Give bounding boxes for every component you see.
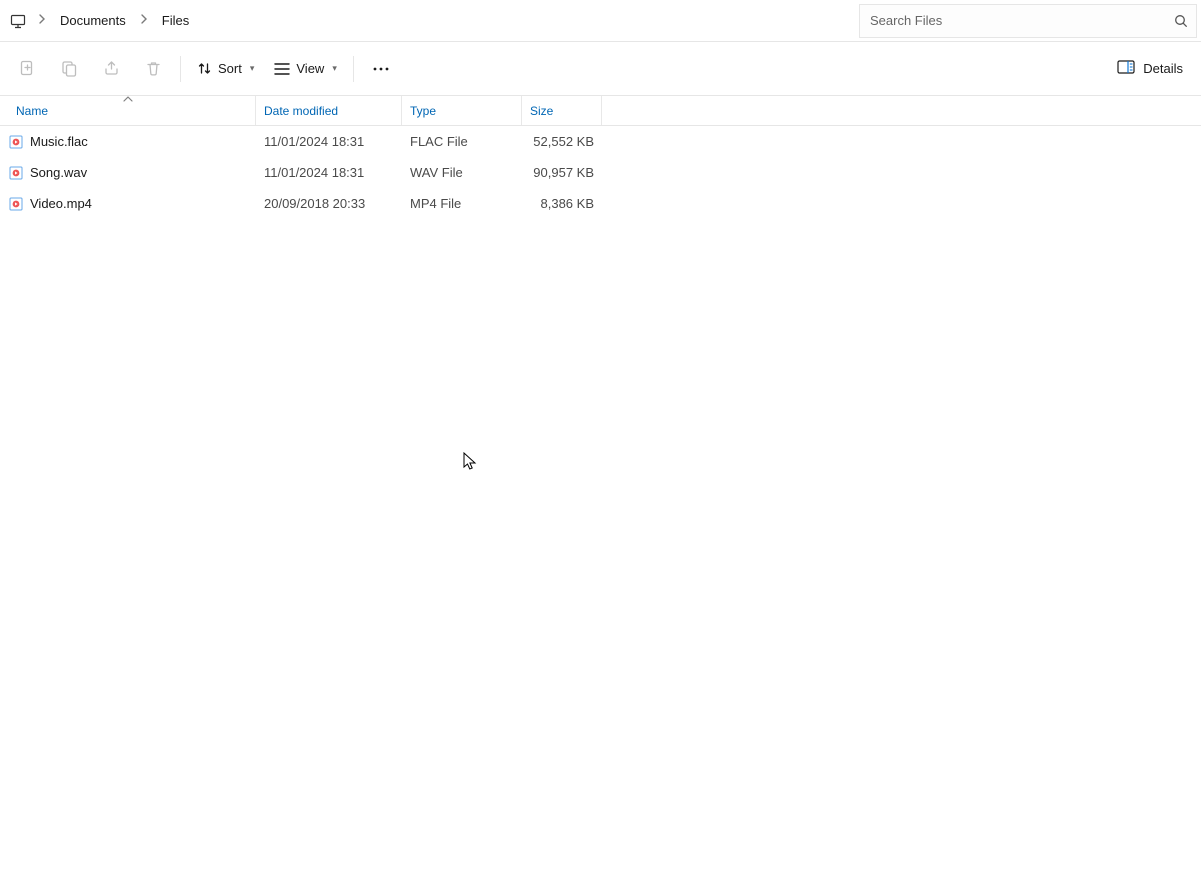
sort-label: Sort [218,61,242,76]
media-file-icon [8,165,24,181]
chevron-down-icon: ▾ [250,63,255,74]
details-label: Details [1143,61,1183,76]
file-row[interactable]: Song.wav 11/01/2024 18:31 WAV File 90,95… [0,157,1201,188]
file-type: FLAC File [402,134,522,149]
toolbar-separator [353,56,354,82]
search-input[interactable] [860,13,1166,28]
column-header-name[interactable]: Name [0,96,256,125]
search-icon[interactable] [1166,14,1196,28]
sort-ascending-icon [123,95,133,104]
mouse-cursor [463,452,477,472]
view-icon [274,62,290,76]
file-name: Video.mp4 [30,196,92,211]
address-bar: Documents Files [0,0,1201,42]
column-headers: Name Date modified Type Size [0,96,1201,126]
toolbar: Sort ▾ View ▾ Details [0,42,1201,96]
chevron-right-icon[interactable] [34,14,50,27]
breadcrumb-item-documents[interactable]: Documents [58,9,128,32]
search-box[interactable] [859,4,1197,38]
file-size: 52,552 KB [522,134,602,149]
details-pane-button[interactable]: Details [1105,50,1195,88]
view-button[interactable]: View ▾ [264,50,346,88]
media-file-icon [8,134,24,150]
file-date: 20/09/2018 20:33 [256,196,402,211]
breadcrumb[interactable]: Documents Files [0,0,859,41]
file-date: 11/01/2024 18:31 [256,165,402,180]
new-item-button[interactable] [6,50,48,88]
delete-button[interactable] [132,50,174,88]
file-name: Music.flac [30,134,88,149]
file-type: WAV File [402,165,522,180]
file-size: 90,957 KB [522,165,602,180]
file-list[interactable]: Music.flac 11/01/2024 18:31 FLAC File 52… [0,126,1201,219]
file-size: 8,386 KB [522,196,602,211]
sort-icon [197,61,212,76]
breadcrumb-item-files[interactable]: Files [160,9,191,32]
column-header-type[interactable]: Type [402,96,522,125]
more-button[interactable] [360,50,402,88]
media-file-icon [8,196,24,212]
file-row[interactable]: Video.mp4 20/09/2018 20:33 MP4 File 8,38… [0,188,1201,219]
file-type: MP4 File [402,196,522,211]
details-pane-icon [1117,60,1135,77]
column-header-date[interactable]: Date modified [256,96,402,125]
file-name: Song.wav [30,165,87,180]
this-pc-icon[interactable] [10,13,26,29]
toolbar-separator [180,56,181,82]
file-date: 11/01/2024 18:31 [256,134,402,149]
chevron-down-icon: ▾ [332,63,337,74]
sort-button[interactable]: Sort ▾ [187,50,264,88]
file-row[interactable]: Music.flac 11/01/2024 18:31 FLAC File 52… [0,126,1201,157]
share-button[interactable] [90,50,132,88]
view-label: View [296,61,324,76]
copy-button[interactable] [48,50,90,88]
column-header-size[interactable]: Size [522,96,602,125]
chevron-right-icon[interactable] [136,14,152,27]
